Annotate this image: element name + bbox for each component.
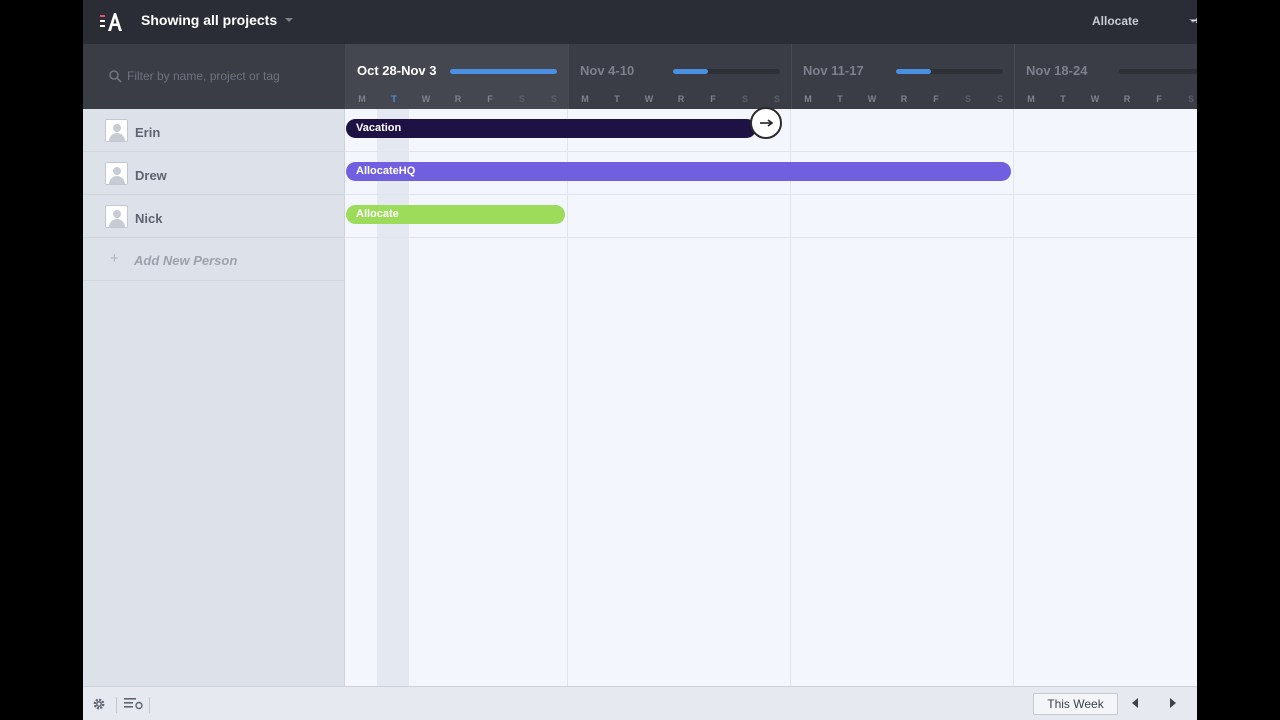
today-column [377,109,409,686]
utilization-fill [450,69,557,74]
utilization-fill [673,69,709,74]
allocate-app: Showing all projects Allocate ⇥ Oct 28-N… [83,0,1197,720]
week-header: Nov 4-10 M T W R F S S [568,44,791,109]
account-menu[interactable]: Allocate [1092,14,1197,28]
chevron-down-icon [285,18,294,22]
divider [116,697,117,713]
day-letter: F [1156,94,1162,104]
plus-icon: + [110,250,119,267]
day-letter: M [358,94,366,104]
day-letter: S [773,94,780,104]
day-letter: R [454,94,462,104]
filter-bar [83,44,345,109]
avatar-head [113,210,121,218]
assignment-bar[interactable]: Vacation [346,119,756,138]
account-name: Allocate [1092,14,1139,28]
avatar-body [109,219,125,227]
week-divider [1013,109,1014,686]
this-week-button[interactable]: This Week [1033,693,1118,715]
week-label: Nov 4-10 [580,63,635,78]
chevron-right-icon[interactable] [1170,698,1176,708]
week-header: Oct 28-Nov 3 M T W R F S S [345,44,568,109]
day-letter: W [1090,94,1100,104]
people-list: Erin Drew Nick + Add New Person [83,109,345,686]
day-letter: F [487,94,493,104]
add-person-button[interactable]: + Add New Person [83,238,345,281]
project-filter-label: Showing all projects [141,12,278,28]
week-label: Nov 18-24 [1026,63,1088,78]
footer-bar: This Week [83,686,1197,720]
day-letter: S [996,94,1003,104]
row-divider [345,237,1197,238]
person-name: Drew [135,168,167,183]
week-header: Nov 11-17 M T W R F S S [791,44,1014,109]
week-label: Oct 28-Nov 3 [357,63,437,78]
day-letter: S [1187,94,1194,104]
schedule-grid[interactable]: Vacation AllocateHQ Allocate [345,107,1197,686]
allocate-logo-icon[interactable] [99,11,123,33]
day-letters: MTWRFSS [792,94,1015,106]
day-letter: T [837,94,843,104]
gear-icon[interactable] [92,697,106,711]
view-list-icon[interactable] [124,698,144,710]
day-letter: W [644,94,654,104]
utilization-bar [896,69,1003,74]
person-row[interactable]: Drew [83,152,345,195]
day-letter: F [933,94,939,104]
chevron-left-icon[interactable] [1132,698,1138,708]
day-letter: T [614,94,620,104]
day-letter: T [1060,94,1066,104]
utilization-bar [450,69,557,74]
day-letter: W [867,94,877,104]
day-letter: R [1123,94,1131,104]
avatar [105,119,128,142]
day-letter: M [1027,94,1035,104]
day-letter: M [581,94,589,104]
utilization-fill [896,69,932,74]
person-name: Nick [135,211,163,226]
avatar-body [109,176,125,184]
person-name: Erin [135,125,161,140]
day-letter: R [677,94,685,104]
person-row[interactable]: Erin [83,109,345,152]
utilization-bar [1119,69,1197,74]
project-filter-dropdown[interactable]: Showing all projects [141,12,294,28]
search-input[interactable] [127,67,327,85]
week-divider [790,109,791,686]
day-letter: W [421,94,431,104]
avatar [105,162,128,185]
day-letter: S [518,94,525,104]
collapse-icon[interactable]: ⇥ [1191,14,1197,27]
resize-handle-icon[interactable] [750,107,782,139]
avatar-head [113,167,121,175]
search-icon [109,70,122,83]
day-letter: S [741,94,748,104]
calendar-header: Oct 28-Nov 3MTWRFSSNov 4-10MTWRFSSNov 11… [83,44,1197,109]
week-label: Nov 11-17 [803,63,864,78]
assignment-bar[interactable]: AllocateHQ [346,162,1011,181]
day-letter: T [391,94,397,104]
week-divider [567,109,568,686]
utilization-bar [673,69,780,74]
row-divider [345,194,1197,195]
assignment-bar[interactable]: Allocate [346,205,565,224]
top-bar: Showing all projects Allocate ⇥ [83,0,1197,44]
avatar-head [113,124,121,132]
person-row[interactable]: Nick [83,195,345,238]
day-letters: MTWRFSS [1015,94,1197,106]
day-letter: R [900,94,908,104]
day-letters: MTWRFSS [346,94,569,106]
day-letter: M [804,94,812,104]
divider [149,697,150,713]
day-letter: F [710,94,716,104]
avatar-body [109,133,125,141]
week-header: Nov 18-24MTWRFSS [1014,44,1197,109]
day-letter: S [550,94,557,104]
day-letters: MTWRFSS [569,94,792,106]
add-person-label: Add New Person [134,253,238,268]
row-divider [345,151,1197,152]
day-letter: S [964,94,971,104]
avatar [105,205,128,228]
